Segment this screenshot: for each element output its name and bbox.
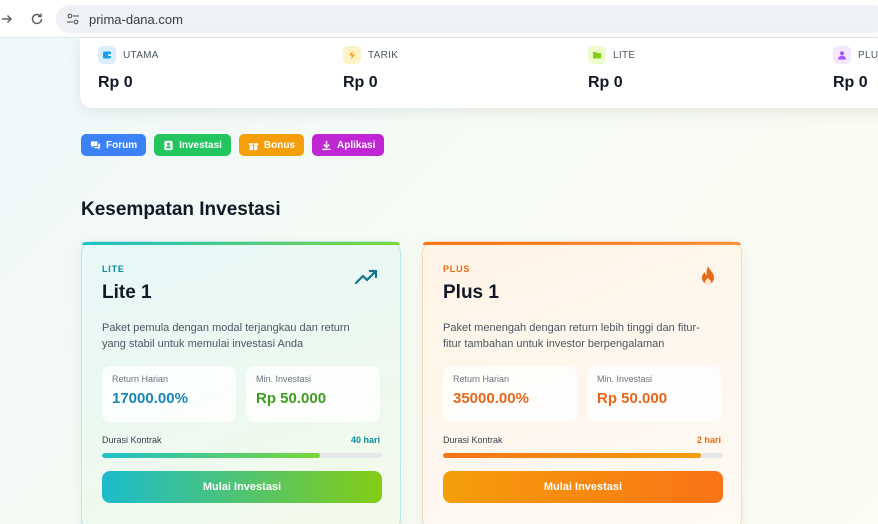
quick-actions: Forum Investasi Bonus Aplikasi	[81, 134, 385, 156]
site-settings-icon[interactable]	[65, 11, 81, 27]
return-label: Return Harian	[112, 374, 169, 384]
balance-label: PLUS	[858, 49, 878, 61]
duration-progress	[443, 453, 723, 458]
plan-stats: Return Harian 35000.00% Min. Investasi R…	[443, 366, 721, 422]
plan-card-plus: PLUS Plus 1 Paket menengah dengan return…	[422, 241, 742, 524]
plan-stats: Return Harian 17000.00% Min. Investasi R…	[102, 366, 380, 422]
address-bar[interactable]: prima-dana.com	[56, 5, 878, 33]
duration-row: Durasi Kontrak 40 hari	[102, 435, 380, 445]
return-value: 17000.00%	[112, 390, 188, 407]
aplikasi-label: Aplikasi	[337, 139, 376, 151]
balance-value: Rp 0	[833, 74, 868, 91]
plan-name: Plus 1	[443, 282, 499, 303]
plan-description: Paket menengah dengan return lebih tingg…	[443, 322, 700, 350]
balance-card: UTAMA Rp 0 TARIK Rp 0 LITE Rp 0 PLUS Rp …	[80, 38, 878, 108]
download-icon	[322, 140, 331, 150]
duration-progress	[102, 453, 382, 458]
balance-tarik: TARIK Rp 0	[343, 46, 543, 92]
min-invest-value: Rp 50.000	[597, 390, 668, 407]
return-value: 35000.00%	[453, 390, 529, 407]
plan-tag: LITE	[102, 264, 125, 274]
browser-toolbar: prima-dana.com	[0, 0, 878, 38]
min-invest-label: Min. Investasi	[597, 374, 653, 384]
plan-card-lite: LITE Lite 1 Paket pemula dengan modal te…	[81, 241, 401, 524]
balance-value: Rp 0	[588, 74, 623, 91]
balance-plus: PLUS Rp 0	[833, 46, 878, 92]
balance-value: Rp 0	[343, 74, 378, 91]
aplikasi-button[interactable]: Aplikasi	[312, 134, 385, 156]
investasi-label: Investasi	[179, 139, 222, 151]
lightning-icon	[343, 46, 361, 64]
section-title: Kesempatan Investasi	[81, 199, 281, 220]
start-invest-button[interactable]: Mulai Investasi	[443, 471, 723, 503]
duration-value: 40 hari	[350, 435, 380, 445]
trending-up-icon	[354, 269, 378, 285]
gift-icon	[248, 142, 259, 150]
min-invest-value: Rp 50.000	[256, 390, 327, 407]
min-invest-box: Min. Investasi Rp 50.000	[587, 366, 721, 422]
url-text: prima-dana.com	[89, 11, 183, 27]
plan-name: Lite 1	[102, 282, 152, 303]
balance-label: LITE	[613, 49, 636, 61]
folder-icon	[588, 46, 606, 64]
bonus-button[interactable]: Bonus	[238, 134, 305, 156]
bonus-label: Bonus	[263, 139, 296, 151]
balance-label: UTAMA	[123, 49, 159, 61]
min-invest-label: Min. Investasi	[256, 374, 312, 384]
forum-button[interactable]: Forum	[81, 134, 147, 156]
progress-fill	[102, 453, 321, 458]
wallet-icon	[98, 46, 116, 64]
return-box: Return Harian 17000.00%	[102, 366, 236, 422]
duration-row: Durasi Kontrak 2 hari	[443, 435, 721, 445]
balance-label: TARIK	[368, 49, 399, 61]
forum-label: Forum	[106, 139, 138, 151]
arrow-right-icon[interactable]	[0, 8, 14, 30]
duration-label: Durasi Kontrak	[102, 435, 162, 445]
balance-utama: UTAMA Rp 0	[98, 46, 298, 92]
plan-tag: PLUS	[443, 264, 471, 274]
card-accent-bar	[82, 242, 400, 245]
investasi-button[interactable]: Investasi	[154, 134, 231, 156]
start-invest-button[interactable]: Mulai Investasi	[102, 471, 382, 503]
card-accent-bar	[423, 242, 741, 245]
user-icon	[833, 46, 851, 64]
return-box: Return Harian 35000.00%	[443, 366, 577, 422]
portfolio-icon	[164, 140, 173, 150]
plan-description: Paket pemula dengan modal terjangkau dan…	[102, 322, 350, 350]
progress-fill	[443, 453, 701, 458]
duration-value: 2 hari	[696, 435, 721, 445]
chat-icon	[90, 140, 101, 150]
fire-icon	[702, 266, 714, 285]
balance-value: Rp 0	[98, 74, 133, 91]
duration-label: Durasi Kontrak	[443, 435, 503, 445]
min-invest-box: Min. Investasi Rp 50.000	[246, 366, 380, 422]
return-label: Return Harian	[453, 374, 510, 384]
reload-icon[interactable]	[26, 8, 48, 30]
balance-lite: LITE Rp 0	[588, 46, 788, 92]
